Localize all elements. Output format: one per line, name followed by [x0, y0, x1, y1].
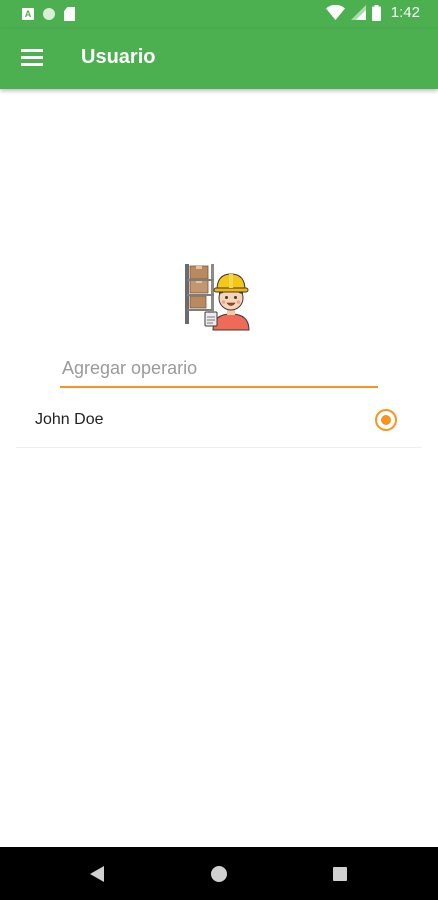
list-item[interactable]: John Doe: [16, 396, 422, 448]
status-time: 1:42: [390, 4, 420, 21]
status-left-icons: A: [22, 7, 75, 21]
status-right-icons: 1:42: [325, 4, 420, 21]
add-operator-input[interactable]: [60, 352, 382, 384]
operator-name: John Doe: [35, 411, 104, 428]
sd-card-icon: [64, 7, 75, 21]
add-operator-field: [60, 352, 382, 388]
back-icon[interactable]: [90, 866, 104, 882]
recents-icon[interactable]: [333, 867, 347, 881]
circle-icon: [43, 8, 55, 20]
radio-selected-dot: [381, 415, 391, 425]
warehouse-worker-icon: [185, 264, 250, 331]
signal-icon: [350, 5, 366, 20]
wifi-icon: [325, 5, 345, 20]
app-a-icon: A: [22, 8, 34, 20]
status-bar: A 1:42: [0, 0, 438, 29]
navigation-bar: [0, 847, 438, 900]
operator-radio[interactable]: [375, 409, 397, 431]
hamburger-menu-icon[interactable]: [21, 49, 43, 67]
battery-icon: [371, 4, 381, 21]
page-title: Usuario: [81, 46, 156, 68]
home-icon[interactable]: [211, 866, 227, 882]
app-bar: Usuario: [0, 29, 438, 89]
